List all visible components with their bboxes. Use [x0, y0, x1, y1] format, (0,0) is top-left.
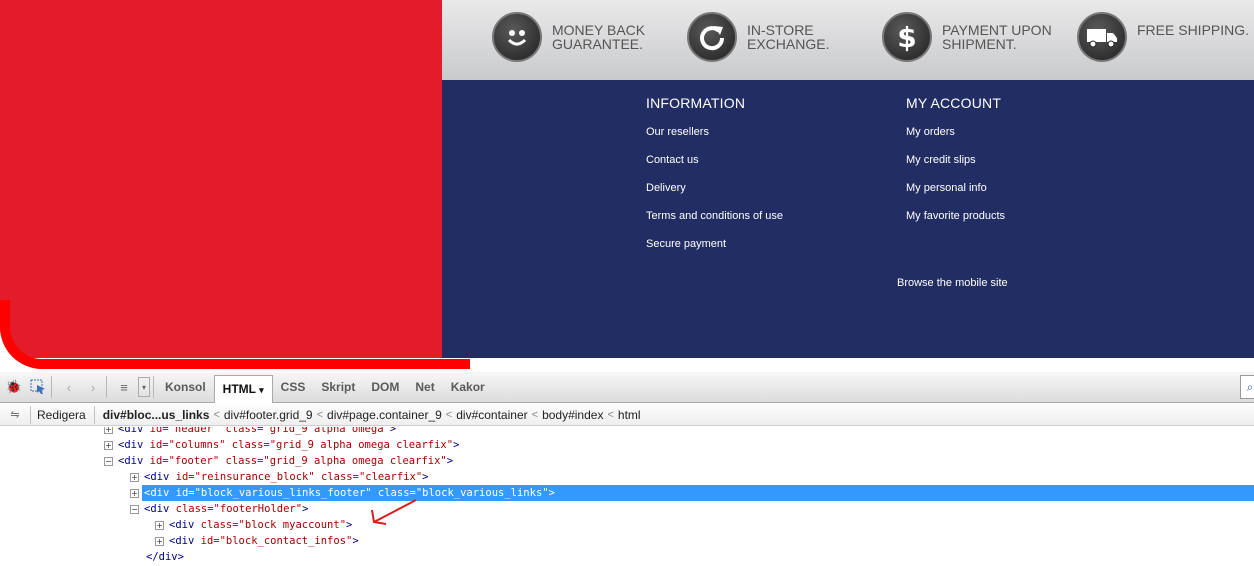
tag-attributes: class="footerHolder" [175, 503, 303, 515]
reinsurance-payment: $ PAYMENT UPON SHIPMENT. [882, 12, 1062, 62]
reinsurance-shipping: FREE SHIPPING. [1077, 12, 1254, 62]
link-my-personal-info[interactable]: My personal info [906, 182, 1005, 210]
refresh-icon [687, 12, 737, 62]
tag-name: div [124, 427, 144, 435]
tab-dom[interactable]: DOM [363, 374, 407, 400]
smiley-icon [492, 12, 542, 62]
reinsurance-line1: PAYMENT UPON [942, 22, 1052, 38]
tab-html[interactable]: HTML ▾ [213, 374, 273, 403]
tag-attributes: id="block_various_links_footer" class="b… [175, 487, 549, 499]
chevron-down-icon: ▾ [259, 384, 264, 395]
tag-name: div [150, 503, 170, 515]
expand-toggle-icon[interactable]: + [155, 520, 164, 530]
forward-arrow-icon[interactable]: › [83, 377, 103, 397]
tag-name: div [124, 455, 144, 467]
tree-node-reinsurance[interactable]: + <div id="reinsurance_block" class="clea… [130, 469, 429, 485]
tree-node-myaccount[interactable]: + <div class="block myaccount"> [155, 517, 352, 533]
toolbar-separator [51, 376, 52, 398]
firebug-toolbar: 🐞 ‹ › ≡ ▾ Konsol HTML ▾ CSS Skript DOM N… [0, 372, 1254, 403]
breadcrumb-item-body[interactable]: body#index [538, 408, 607, 422]
tab-skript[interactable]: Skript [313, 374, 363, 400]
reinsurance-line2: GUARANTEE. [552, 36, 644, 52]
expand-toggle-icon[interactable]: + [104, 440, 113, 450]
breadcrumb-item-html[interactable]: html [614, 408, 645, 422]
link-mobile-site[interactable]: Browse the mobile site [897, 277, 1008, 289]
tag-attributes: class="block myaccount" [200, 519, 347, 531]
dollar-icon: $ [882, 12, 932, 62]
collapse-toggle-icon[interactable]: − [130, 504, 139, 514]
link-my-credit-slips[interactable]: My credit slips [906, 154, 1005, 182]
my-account-column: MY ACCOUNT My orders My credit slips My … [906, 95, 1005, 238]
tree-node-close-div: </div> [146, 549, 184, 565]
expand-toggle-icon[interactable]: + [104, 427, 113, 434]
reinsurance-money-back: MONEY BACK GUARANTEE. [492, 12, 672, 62]
breadcrumb-item-footer[interactable]: div#footer.grid_9 [220, 408, 317, 422]
breadcrumb: ⇋ Redigera div#bloc...us_links < div#foo… [0, 404, 1254, 426]
link-our-resellers[interactable]: Our resellers [646, 126, 783, 154]
red-border-curve [0, 300, 470, 369]
dropdown-arrow-icon[interactable]: ▾ [138, 377, 150, 397]
expand-toggle-icon[interactable]: + [130, 472, 139, 482]
edit-button[interactable]: Redigera [30, 405, 95, 424]
breadcrumb-scroll-icon[interactable]: ⇋ [0, 408, 30, 421]
tree-node-header[interactable]: + <div id="header" class="grid_9 alpha om… [104, 427, 396, 437]
tree-node-footer[interactable]: − <div id="footer" class="grid_9 alpha om… [104, 453, 453, 469]
closing-tag: </div> [146, 551, 184, 563]
link-my-orders[interactable]: My orders [906, 126, 1005, 154]
link-contact-us[interactable]: Contact us [646, 154, 783, 182]
tag-name: div [124, 439, 144, 451]
breadcrumb-item-container[interactable]: div#container [452, 408, 531, 422]
tag-name: div [150, 471, 170, 483]
expand-toggle-icon[interactable]: + [155, 536, 164, 546]
tag-attributes: id="reinsurance_block" class="clearfix" [175, 471, 423, 483]
breadcrumb-item-page[interactable]: div#page.container_9 [323, 408, 446, 422]
tag-attributes: id="block_contact_infos" [200, 535, 353, 547]
link-secure-payment[interactable]: Secure payment [646, 238, 783, 266]
link-delivery[interactable]: Delivery [646, 182, 783, 210]
my-account-title: MY ACCOUNT [906, 95, 1002, 111]
red-annotation-arrow-icon [371, 499, 417, 525]
information-title: INFORMATION [646, 95, 746, 111]
tag-name: div [150, 487, 170, 499]
tag-attributes: id="header" class="grid_9 alpha omega" [149, 427, 390, 435]
tag-name: div [175, 519, 195, 531]
reinsurance-line1: MONEY BACK [552, 22, 646, 38]
expand-toggle-icon[interactable]: + [130, 488, 139, 498]
link-my-favorite-products[interactable]: My favorite products [906, 210, 1005, 238]
tree-node-footer-holder[interactable]: − <div class="footerHolder"> [130, 501, 308, 517]
reinsurance-line2: SHIPMENT. [942, 36, 1017, 52]
inspect-element-icon[interactable] [28, 377, 48, 397]
toolbar-separator [153, 376, 154, 398]
reinsurance-block: MONEY BACK GUARANTEE. IN-STORE EXCHANGE.… [442, 0, 1254, 80]
website-viewport: MONEY BACK GUARANTEE. IN-STORE EXCHANGE.… [0, 0, 1254, 372]
firebug-bug-icon[interactable]: 🐞 [4, 377, 24, 397]
reinsurance-line2: EXCHANGE. [747, 36, 830, 52]
tree-node-columns[interactable]: + <div id="columns" class="grid_9 alpha o… [104, 437, 459, 453]
tab-html-label: HTML [222, 381, 256, 396]
breadcrumb-item-current[interactable]: div#bloc...us_links [95, 408, 214, 422]
collapse-toggle-icon[interactable]: − [104, 456, 113, 466]
toolbar-separator [106, 376, 107, 398]
reinsurance-line1: IN-STORE [747, 22, 814, 38]
search-icon[interactable]: ⌕ [1240, 375, 1254, 399]
tag-attributes: id="columns" class="grid_9 alpha omega c… [149, 439, 454, 451]
information-column: INFORMATION Our resellers Contact us Del… [646, 95, 783, 266]
tree-node-contact-infos[interactable]: + <div id="block_contact_infos"> [155, 533, 359, 549]
menu-lines-icon[interactable]: ≡ [114, 377, 134, 397]
firebug-panel: 🐞 ‹ › ≡ ▾ Konsol HTML ▾ CSS Skript DOM N… [0, 372, 1254, 566]
tag-name: div [175, 535, 195, 547]
tag-attributes: id="footer" class="grid_9 alpha omega cl… [149, 455, 447, 467]
tab-kakor[interactable]: Kakor [443, 374, 493, 400]
back-arrow-icon[interactable]: ‹ [59, 377, 79, 397]
tab-net[interactable]: Net [407, 374, 442, 400]
link-terms[interactable]: Terms and conditions of use [646, 210, 783, 238]
html-tree: + <div id="header" class="grid_9 alpha om… [0, 427, 1254, 566]
tree-node-various-links-selected[interactable]: + <div id="block_various_links_footer" cl… [130, 485, 1254, 501]
truck-icon [1077, 12, 1127, 62]
tab-css[interactable]: CSS [273, 374, 314, 400]
tab-konsol[interactable]: Konsol [157, 374, 214, 400]
footer-links-area: INFORMATION Our resellers Contact us Del… [442, 80, 1254, 358]
reinsurance-line1: FREE SHIPPING. [1137, 22, 1250, 38]
reinsurance-exchange: IN-STORE EXCHANGE. [687, 12, 867, 62]
